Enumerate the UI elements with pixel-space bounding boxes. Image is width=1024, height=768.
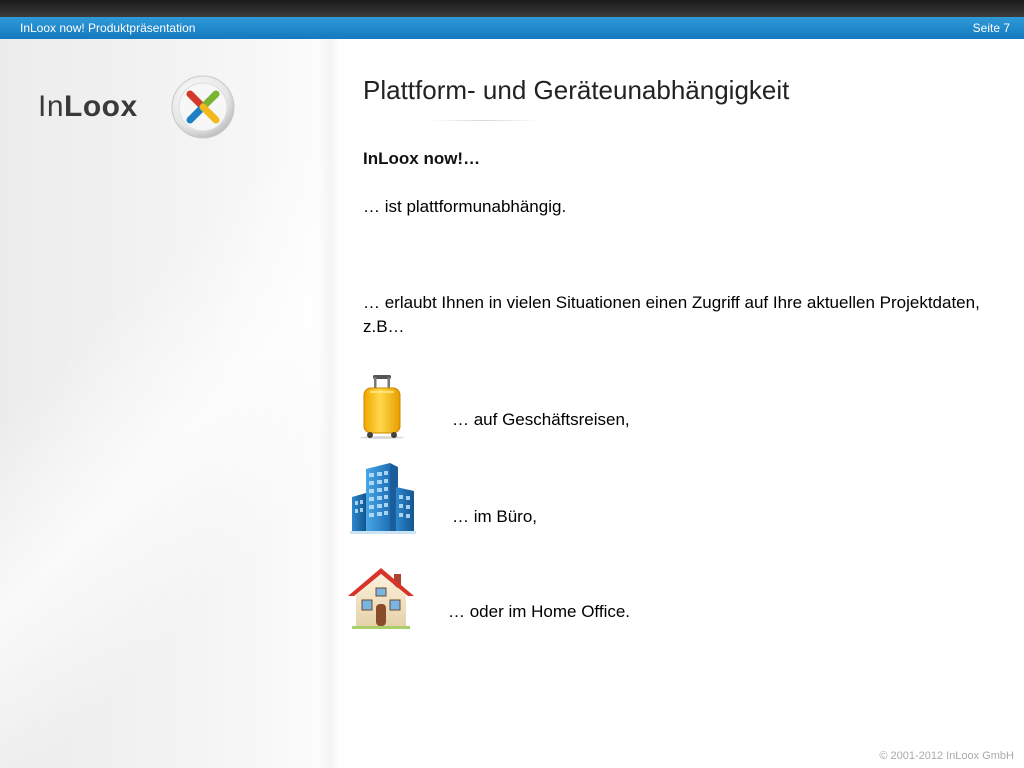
inloox-logo: InLoox: [38, 74, 248, 144]
house-icon: [348, 568, 414, 629]
item-label-business-trips: … auf Geschäftsreisen,: [452, 410, 630, 429]
logo-text-bold: Loox: [64, 90, 138, 123]
logo-wordmark: InLoox: [38, 90, 138, 124]
slide: InLoox now! Produktpräsentation Seite 7 …: [0, 0, 1024, 768]
title-divider: [430, 120, 540, 121]
slide-subtitle: InLoox now!…: [363, 149, 481, 168]
top-strip: [0, 0, 1024, 17]
copyright-footer: © 2001-2012 InLoox GmbH: [879, 750, 1014, 762]
item-label-office: … im Büro,: [452, 507, 538, 526]
left-panel: [0, 39, 400, 768]
item-label-home-office: … oder im Home Office.: [448, 602, 631, 621]
logo-x-icon: [171, 75, 235, 139]
slide-title: Plattform- und Geräteunabhängigkeit: [363, 75, 790, 105]
paragraph-platform: … ist plattformunabhängig.: [363, 197, 567, 216]
office-building-icon: [350, 463, 416, 534]
header-bar: InLoox now! Produktpräsentation Seite 7: [0, 17, 1024, 39]
paragraph-access: … erlaubt Ihnen in vielen Situationen ei…: [363, 293, 980, 336]
presentation-title: InLoox now! Produktpräsentation: [20, 21, 196, 35]
panel-edge: [318, 39, 340, 768]
suitcase-icon: [360, 375, 404, 439]
page-number: Seite 7: [972, 21, 1010, 35]
logo-text-regular: In: [38, 90, 65, 123]
panel-sheen: [0, 159, 400, 768]
